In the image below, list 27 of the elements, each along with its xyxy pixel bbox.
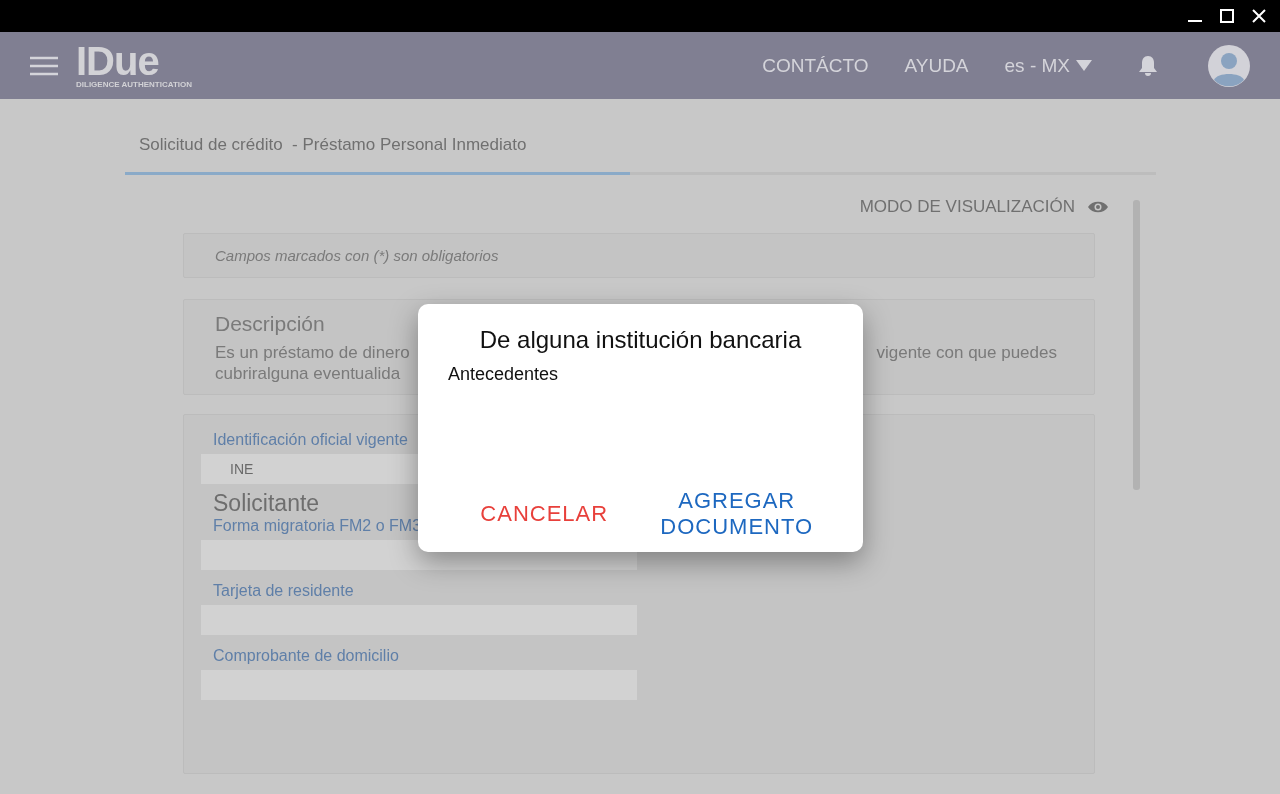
dialog-title: De alguna institución bancaria xyxy=(478,326,803,354)
cancel-button[interactable]: CANCELAR xyxy=(459,501,630,527)
field-label: Comprobante de domicilio xyxy=(212,647,399,665)
description-title: Descripción xyxy=(215,312,326,336)
nav-link[interactable]: CONTÁCTO xyxy=(762,54,869,77)
description-text: cubriralguna eventualida xyxy=(215,363,402,384)
add-document-button[interactable]: AGREGAR DOCUMENTO xyxy=(651,488,822,540)
bell-icon[interactable] xyxy=(1138,54,1158,77)
caret-icon[interactable] xyxy=(1076,59,1092,72)
dialog-text: Antecedentes xyxy=(448,364,560,385)
logo: IDue xyxy=(76,42,159,80)
field-label: Tarjeta de residente xyxy=(212,582,354,600)
language-selector[interactable]: es - MX xyxy=(1004,54,1092,77)
required-notice: Campos marcados con (*) son obligatorios xyxy=(183,233,1095,278)
avatar-icon[interactable] xyxy=(1208,44,1250,87)
nav-link[interactable]: AYUDA xyxy=(904,54,969,77)
field-label: Identificación oficial vigente xyxy=(212,431,408,449)
close-icon[interactable] xyxy=(1250,7,1268,25)
description-text: Es un préstamo de dinero xyxy=(215,342,410,363)
logo-tagline: DILIGENCE AUTHENTICATION xyxy=(76,80,192,89)
menu-icon[interactable] xyxy=(30,55,58,76)
description-text: vigente con que puedes xyxy=(876,342,1057,364)
view-mode-label: MODO DE VISUALIZACIÓN xyxy=(859,197,1075,217)
eye-icon[interactable] xyxy=(1087,200,1109,214)
page-tab[interactable]: Solicitud de crédito - Préstamo Personal Inmediato xyxy=(125,99,1156,172)
maximize-icon[interactable] xyxy=(1218,7,1236,25)
section-title: Solicitante xyxy=(212,490,320,517)
